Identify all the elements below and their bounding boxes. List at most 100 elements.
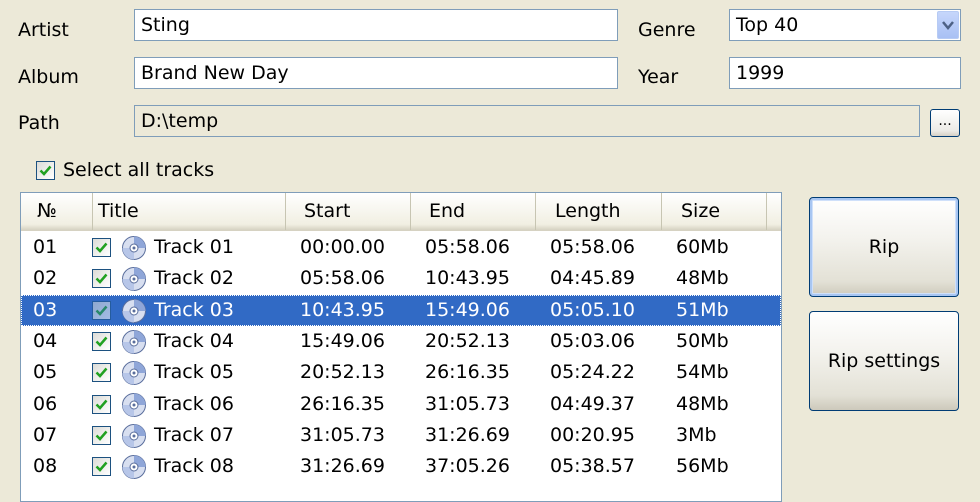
track-size: 60Mb [676,236,729,258]
track-length: 00:20.95 [550,423,635,446]
track-start: 15:49.06 [300,329,385,352]
track-length: 05:03.06 [550,329,635,352]
checkmark-icon [39,165,52,176]
track-start: 31:05.73 [300,423,385,446]
rip-button[interactable]: Rip [809,197,959,297]
track-size: 54Mb [676,361,729,384]
table-row[interactable]: 06 Track 06 26:16.35 31:05.73 04:49.37 48Mb [21,389,781,420]
track-end: 20:52.13 [425,329,510,352]
track-length: 05:58.06 [550,236,635,258]
track-checkbox[interactable] [92,394,111,414]
track-checkbox[interactable] [92,425,111,445]
track-title: Track 01 [154,236,234,258]
track-number: 04 [33,329,58,352]
cd-icon [122,267,146,292]
track-start: 26:16.35 [300,392,385,415]
list-header: № Title Start End Length Size [21,193,781,231]
track-size: 51Mb [676,298,729,321]
track-end: 37:05.26 [425,455,510,478]
path-field[interactable]: D:\temp [134,105,920,137]
column-header-title[interactable]: Title [93,193,286,230]
track-length: 05:38.57 [550,455,635,478]
album-field[interactable]: Brand New Day [134,57,618,89]
track-start: 05:58.06 [300,267,385,290]
genre-label: Genre [638,19,696,41]
column-header-size[interactable]: Size [662,193,767,230]
track-number: 01 [33,236,58,258]
track-title: Track 06 [154,392,234,415]
path-label: Path [18,112,60,134]
cd-icon [122,361,146,386]
table-row[interactable]: 02 Track 02 05:58.06 10:43.95 04:45.89 48Mb [21,263,781,294]
cd-icon [122,236,146,260]
cd-icon [122,329,146,354]
table-row[interactable]: 01 Track 01 00:00.00 05:58.06 05:58.06 60Mb [21,232,781,263]
checkmark-icon [95,367,108,379]
checkmark-icon [95,273,108,285]
select-all-checkbox[interactable] [36,161,55,180]
column-header-end[interactable]: End [411,193,536,230]
track-number: 06 [33,392,58,415]
track-length: 04:45.89 [550,267,635,290]
checkmark-icon [95,461,108,472]
genre-combo[interactable]: Top 40 [729,9,961,41]
track-checkbox[interactable] [92,300,111,320]
track-size: 48Mb [676,267,729,290]
cd-icon [122,423,146,448]
checkmark-icon [95,399,108,410]
track-start: 00:00.00 [300,236,385,258]
table-row[interactable]: 04 Track 04 15:49.06 20:52.13 05:03.06 50Mb [21,326,781,357]
select-all-label: Select all tracks [63,159,215,181]
track-size: 3Mb [676,423,717,446]
column-header-start[interactable]: Start [286,193,411,230]
track-size: 50Mb [676,329,729,352]
track-checkbox[interactable] [92,457,111,477]
track-checkbox[interactable] [92,238,111,257]
track-list[interactable]: № Title Start End Length Size 01 Track 01… [20,192,782,502]
track-end: 15:49.06 [425,298,510,321]
column-header-length[interactable]: Length [536,193,662,230]
track-end: 10:43.95 [425,267,510,290]
track-end: 26:16.35 [425,361,510,384]
track-start: 10:43.95 [300,298,385,321]
artist-field[interactable]: Sting [134,9,618,41]
track-title: Track 03 [154,298,234,321]
table-row[interactable]: 05 Track 05 20:52.13 26:16.35 05:24.22 54Mb [21,357,781,388]
track-number: 03 [33,298,58,321]
track-end: 31:05.73 [425,392,510,415]
cd-icon [122,298,146,323]
track-title: Track 05 [154,361,234,384]
track-start: 20:52.13 [300,361,385,384]
year-field[interactable]: 1999 [729,57,961,89]
checkmark-icon [95,242,108,253]
chevron-down-icon[interactable] [937,11,959,39]
track-number: 02 [33,267,58,290]
year-label: Year [638,66,679,88]
browse-button[interactable]: ... [930,109,960,137]
checkmark-icon [95,430,108,441]
table-row[interactable]: 08 Track 08 31:26.69 37:05.26 05:38.57 56Mb [21,451,781,482]
track-number: 05 [33,361,58,384]
genre-value: Top 40 [736,14,799,36]
track-size: 48Mb [676,392,729,415]
track-size: 56Mb [676,455,729,478]
cd-icon [122,392,146,417]
track-title: Track 02 [154,267,234,290]
column-header-number[interactable]: № [21,193,93,230]
artist-label: Artist [18,19,69,41]
track-end: 31:26.69 [425,423,510,446]
table-row[interactable]: 03 Track 03 10:43.95 15:49.06 05:05.10 51Mb [21,294,781,326]
table-row[interactable]: 07 Track 07 31:05.73 31:26.69 00:20.95 3Mb [21,420,781,451]
track-number: 08 [33,455,58,478]
track-title: Track 04 [154,329,234,352]
checkmark-icon [95,305,108,316]
track-length: 04:49.37 [550,392,635,415]
track-checkbox[interactable] [92,331,111,351]
track-title: Track 07 [154,423,234,446]
cd-icon [122,455,146,480]
rip-settings-button[interactable]: Rip settings [809,311,959,411]
checkmark-icon [95,336,108,347]
track-checkbox[interactable] [92,269,111,289]
track-end: 05:58.06 [425,236,510,258]
track-checkbox[interactable] [92,363,111,383]
